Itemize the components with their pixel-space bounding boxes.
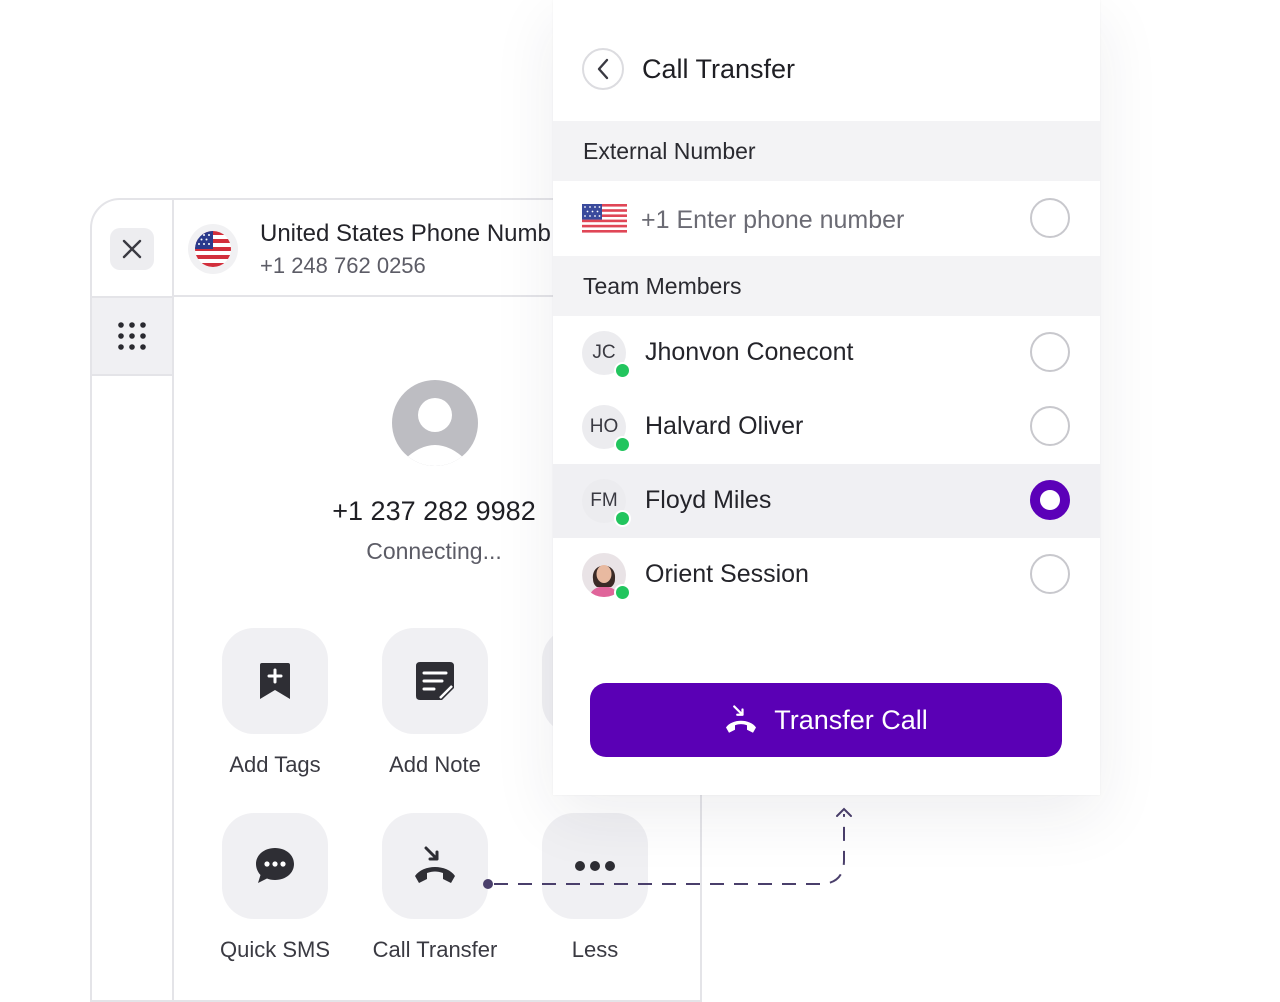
- external-number-row[interactable]: [553, 182, 1100, 256]
- member-radio[interactable]: [1030, 332, 1070, 372]
- panel-title: Call Transfer: [642, 54, 796, 84]
- chat-bubble-icon: [256, 848, 294, 883]
- tag-plus-icon: [260, 663, 290, 699]
- us-flag-badge: [188, 224, 238, 274]
- online-status-dot: [614, 436, 631, 453]
- call-transfer-button[interactable]: [382, 813, 488, 919]
- us-flag-icon: [582, 204, 627, 234]
- quick-sms-label: Quick SMS: [219, 937, 331, 962]
- member-radio-selected[interactable]: [1030, 480, 1070, 520]
- add-tags-label: Add Tags: [229, 752, 321, 777]
- online-status-dot: [614, 510, 631, 527]
- call-transfer-icon: [726, 705, 757, 733]
- caller-avatar: [392, 380, 478, 466]
- add-note-action[interactable]: Add Note: [355, 628, 515, 778]
- less-label: Less: [571, 937, 619, 962]
- online-status-dot: [614, 362, 631, 379]
- member-row-jhonvon-conecont[interactable]: JC Jhonvon Conecont: [553, 316, 1100, 390]
- quick-sms-button[interactable]: [222, 813, 328, 919]
- phone-line-number: +1 248 762 0256: [260, 253, 426, 278]
- member-radio[interactable]: [1030, 554, 1070, 594]
- quick-sms-action[interactable]: Quick SMS: [195, 813, 355, 963]
- keypad-button[interactable]: [92, 298, 172, 374]
- us-flag-icon: [195, 231, 231, 267]
- close-button[interactable]: [110, 228, 154, 270]
- member-name: Jhonvon Conecont: [645, 338, 854, 366]
- transfer-call-button[interactable]: Transfer Call: [590, 683, 1062, 757]
- note-icon: [416, 662, 454, 700]
- call-transfer-label: Call Transfer: [372, 937, 498, 962]
- external-number-heading: External Number: [553, 121, 1100, 181]
- user-icon: [404, 398, 466, 466]
- add-note-label: Add Note: [389, 752, 481, 777]
- member-radio[interactable]: [1030, 406, 1070, 446]
- member-row-halvard-oliver[interactable]: HO Halvard Oliver: [553, 390, 1100, 464]
- add-note-button[interactable]: [382, 628, 488, 734]
- transfer-call-label: Transfer Call: [774, 704, 928, 735]
- external-phone-input[interactable]: [639, 200, 983, 240]
- keypad-icon: [118, 322, 146, 350]
- member-row-orient-session[interactable]: Orient Session: [553, 538, 1100, 612]
- phone-line-title: United States Phone Numb: [260, 220, 551, 247]
- team-members-heading: Team Members: [553, 256, 1100, 316]
- chevron-left-icon: [597, 58, 609, 80]
- external-number-radio[interactable]: [1030, 198, 1070, 238]
- member-row-floyd-miles[interactable]: FM Floyd Miles: [553, 464, 1100, 538]
- online-status-dot: [614, 584, 631, 601]
- add-tags-button[interactable]: [222, 628, 328, 734]
- member-name: Halvard Oliver: [645, 412, 804, 440]
- close-icon: [122, 239, 142, 259]
- member-name: Floyd Miles: [645, 486, 772, 514]
- member-name: Orient Session: [645, 560, 809, 588]
- back-button[interactable]: [582, 48, 624, 90]
- add-tags-action[interactable]: Add Tags: [195, 628, 355, 778]
- rail-divider: [92, 374, 172, 376]
- connector-arrow: [483, 807, 852, 889]
- call-transfer-icon: [415, 846, 455, 883]
- call-transfer-panel: Call Transfer External Number Team Membe…: [553, 0, 1100, 795]
